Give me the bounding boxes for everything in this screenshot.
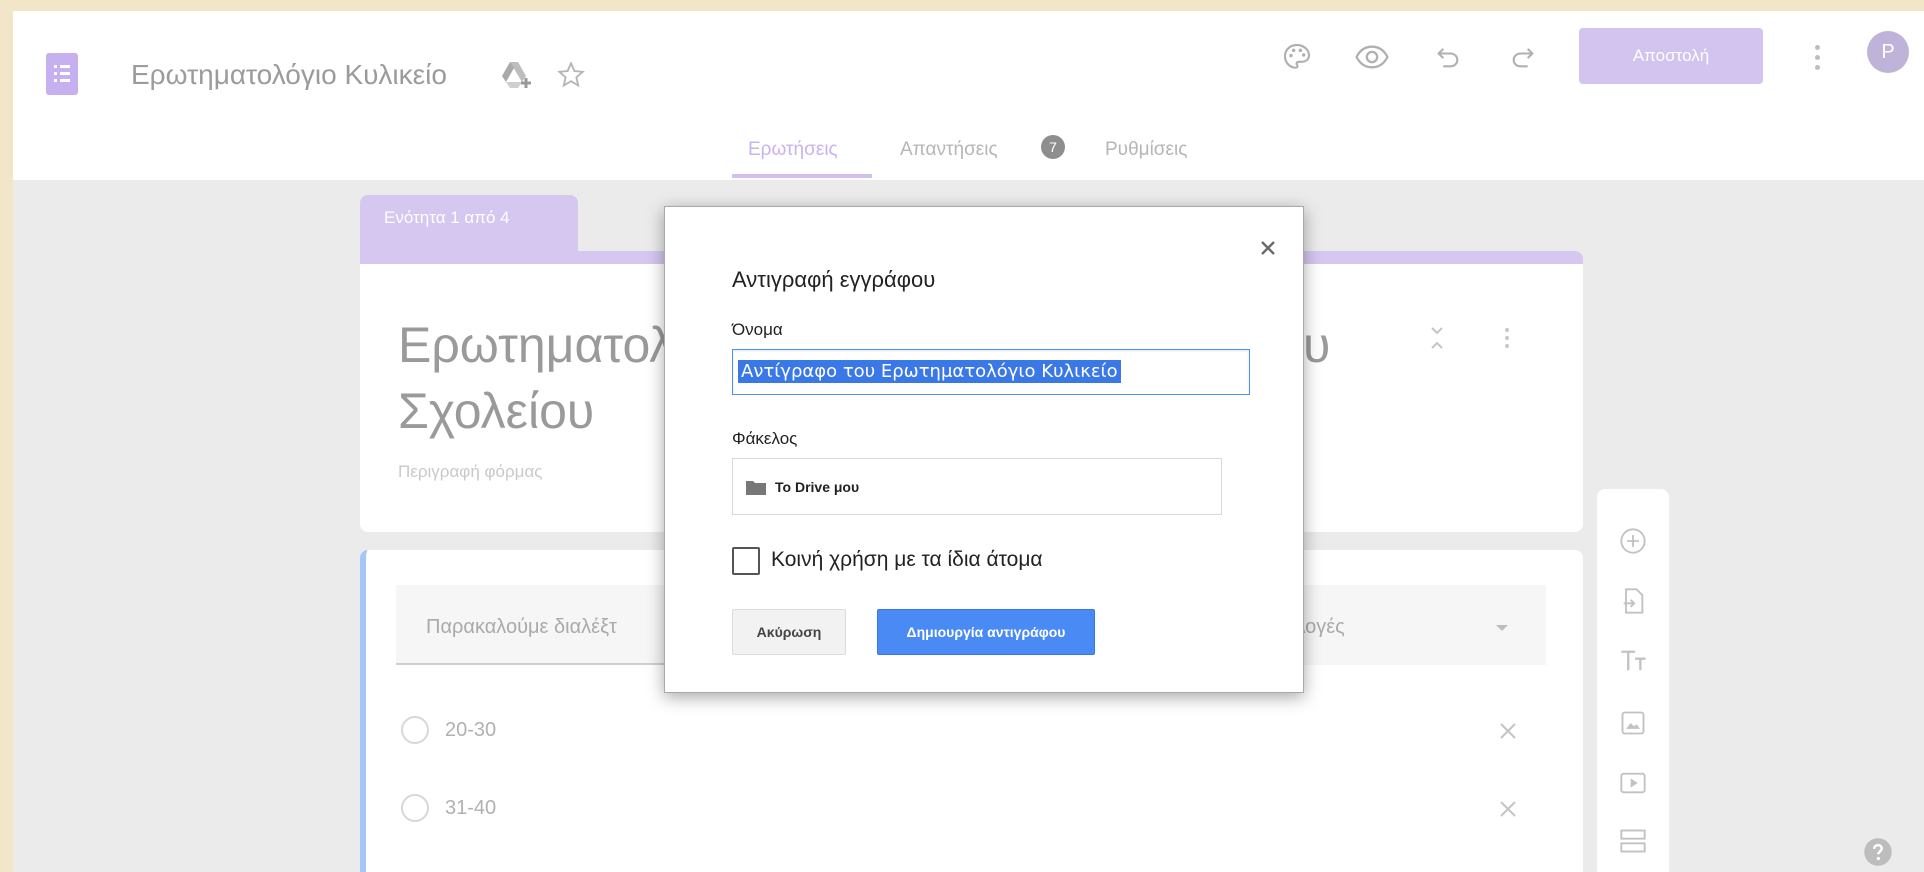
add-question-icon[interactable] <box>1619 527 1647 555</box>
more-vert-icon[interactable] <box>1815 45 1821 71</box>
remove-option-icon[interactable] <box>1498 799 1518 819</box>
import-questions-icon[interactable] <box>1619 587 1647 615</box>
copy-document-dialog: Αντιγραφή εγγράφου Όνομα Αντίγραφο του Ε… <box>664 206 1304 693</box>
add-image-icon[interactable] <box>1619 709 1647 737</box>
close-icon[interactable] <box>1257 237 1279 259</box>
radio-icon <box>401 794 429 822</box>
add-section-icon[interactable] <box>1619 827 1647 855</box>
form-title-line1: Ερωτηματολ <box>398 317 675 373</box>
question-toolbar <box>1597 489 1669 872</box>
folder-picker[interactable]: To Drive μου <box>732 458 1222 515</box>
tab-settings[interactable]: Ρυθμίσεις <box>1105 139 1187 161</box>
remove-option-icon[interactable] <box>1498 721 1518 741</box>
redo-icon[interactable] <box>1509 43 1537 71</box>
question-title-input[interactable]: Παρακαλούμε διαλέξτ <box>426 616 617 639</box>
collapse-section-icon[interactable] <box>1428 324 1446 352</box>
active-tab-indicator <box>732 174 872 178</box>
section-more-icon[interactable] <box>1505 328 1509 352</box>
option-label[interactable]: 20-30 <box>445 719 496 742</box>
create-copy-button[interactable]: Δημιουργία αντιγράφου <box>877 609 1095 655</box>
doc-title[interactable]: Ερωτηματολόγιο Κυλικείο <box>131 59 447 91</box>
undo-icon[interactable] <box>1434 43 1462 71</box>
share-checkbox[interactable] <box>732 547 760 575</box>
option-label[interactable]: 31-40 <box>445 797 496 820</box>
preview-eye-icon[interactable] <box>1354 43 1390 71</box>
folder-icon <box>746 481 766 495</box>
forms-doc-icon[interactable] <box>46 53 78 95</box>
tab-responses[interactable]: Απαντήσεις <box>900 139 998 161</box>
dropdown-caret-icon[interactable] <box>1496 625 1508 631</box>
drive-add-icon[interactable] <box>500 60 534 90</box>
dialog-title: Αντιγραφή εγγράφου <box>732 267 936 292</box>
responses-count-badge: 7 <box>1041 135 1065 159</box>
share-checkbox-label[interactable]: Κοινή χρήση με τα ίδια άτομα <box>771 548 1043 572</box>
send-button[interactable]: Αποστολή <box>1579 28 1763 84</box>
help-icon[interactable] <box>1863 837 1893 867</box>
cancel-button[interactable]: Ακύρωση <box>732 609 846 655</box>
app-window: Ερωτηματολόγιο Κυλικείο Αποστολή P Ερωτή… <box>13 11 1924 872</box>
tab-questions[interactable]: Ερωτήσεις <box>748 139 838 161</box>
add-video-icon[interactable] <box>1619 769 1647 797</box>
name-field-value[interactable]: Αντίγραφο του Ερωτηματολόγιο Κυλικείο <box>738 360 1121 383</box>
name-label: Όνομα <box>732 320 783 339</box>
palette-icon[interactable] <box>1281 41 1313 73</box>
top-header: Ερωτηματολόγιο Κυλικείο Αποστολή P Ερωτή… <box>13 11 1924 180</box>
section-indicator: Ενότητα 1 από 4 <box>360 195 578 255</box>
radio-icon <box>401 716 429 744</box>
folder-name: To Drive μου <box>775 479 860 495</box>
folder-label: Φάκελος <box>732 429 798 448</box>
add-title-icon[interactable] <box>1619 647 1649 675</box>
form-description[interactable]: Περιγραφή φόρμας <box>398 462 542 482</box>
name-field[interactable]: Αντίγραφο του Ερωτηματολόγιο Κυλικείο <box>732 349 1250 395</box>
form-title-tail: υ <box>1303 317 1331 373</box>
star-icon[interactable] <box>557 61 585 89</box>
avatar[interactable]: P <box>1867 31 1909 73</box>
